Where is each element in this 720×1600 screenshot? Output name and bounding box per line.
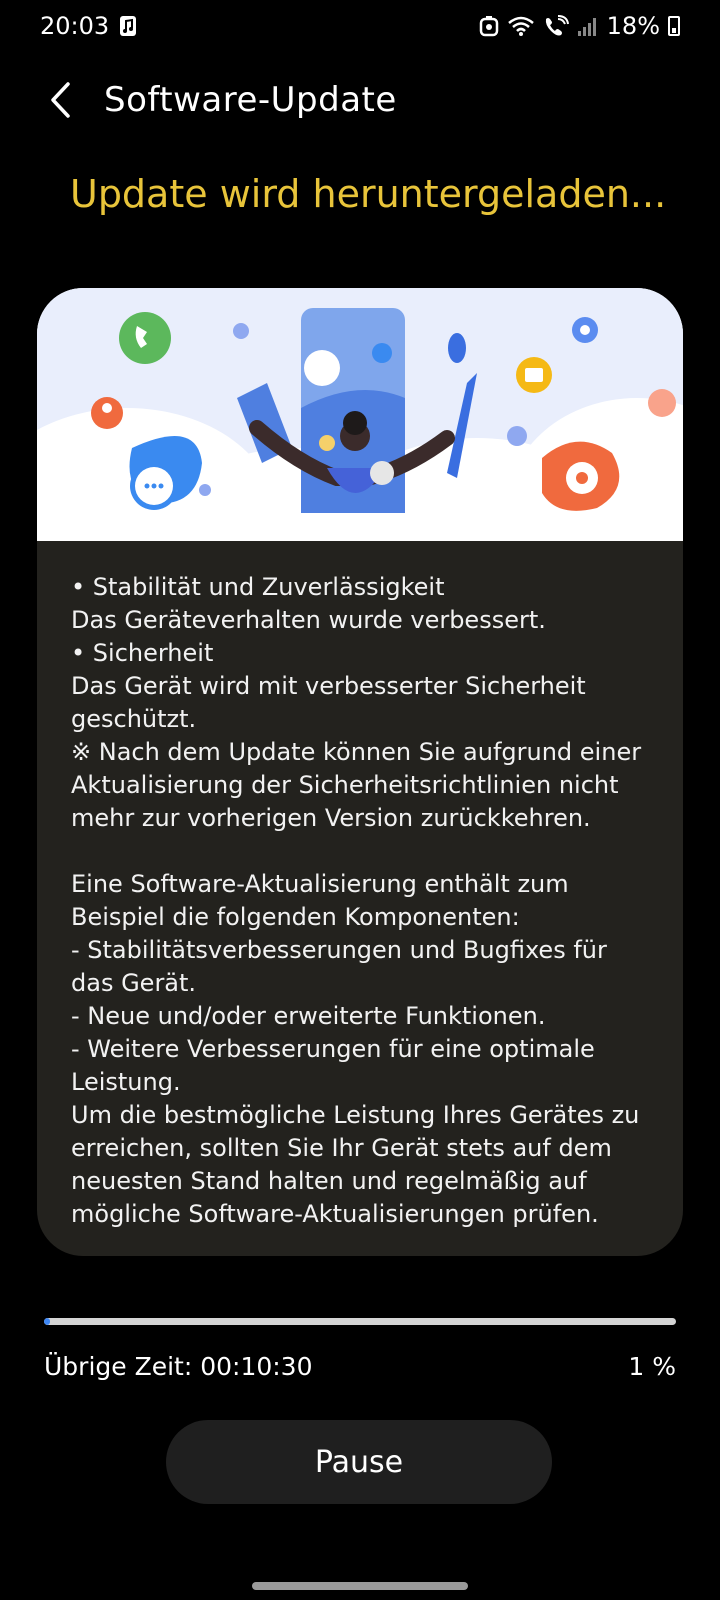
- progress-fill: [44, 1318, 51, 1325]
- battery-icon: [668, 16, 680, 36]
- progress-info: Übrige Zeit: 00:10:30 1 %: [44, 1352, 676, 1381]
- wifi-calling-icon: [543, 15, 569, 37]
- pause-button[interactable]: Pause: [166, 1420, 552, 1504]
- app-header: Software-Update: [0, 70, 720, 130]
- music-icon: [119, 15, 137, 37]
- page-title: Software-Update: [104, 80, 397, 120]
- progress-percent: 1 %: [628, 1352, 676, 1381]
- data-saver-icon: [479, 15, 499, 37]
- chevron-left-icon: [51, 82, 70, 118]
- home-indicator[interactable]: [252, 1582, 468, 1590]
- status-bar: 20:03 18%: [0, 0, 720, 52]
- download-status-heading: Update wird heruntergeladen...: [70, 172, 667, 216]
- remaining-time: Übrige Zeit: 00:10:30: [44, 1352, 313, 1381]
- download-progress-bar: [44, 1318, 676, 1325]
- wifi-icon: [507, 15, 535, 37]
- signal-icon: [577, 15, 599, 37]
- back-button[interactable]: [30, 70, 90, 130]
- release-notes-text: • Stabilität und Zuverlässigkeit Das Ger…: [71, 573, 642, 1228]
- update-illustration: [37, 288, 683, 638]
- release-notes-card[interactable]: • Stabilität und Zuverlässigkeit Das Ger…: [37, 288, 683, 1256]
- battery-percent: 18%: [606, 12, 660, 40]
- status-time: 20:03: [40, 12, 110, 40]
